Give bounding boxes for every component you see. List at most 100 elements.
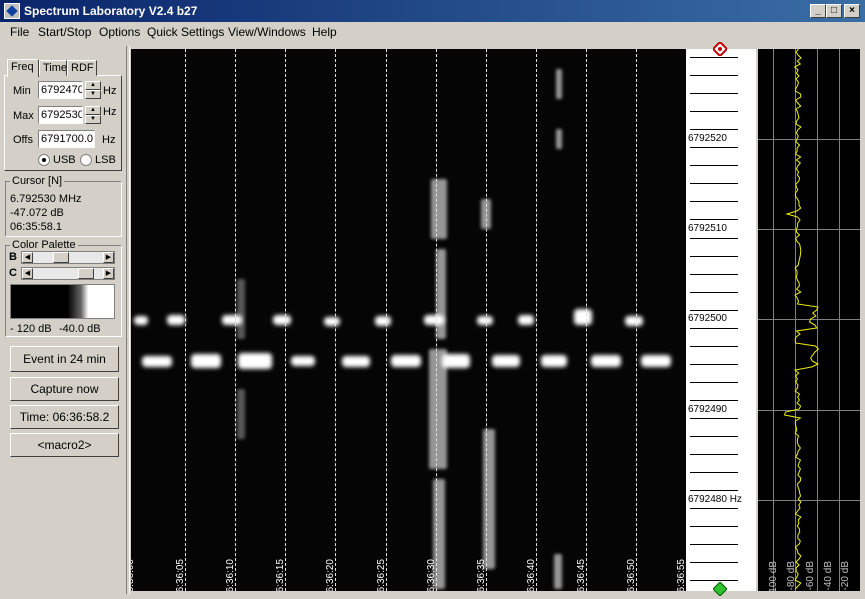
lsb-label: LSB [95,154,116,166]
waterfall-display[interactable]: 06:36:00 06:36:05 06:36:10 06:36:15 06:36:20… [131,49,686,591]
scale-tick [690,75,738,77]
freq-label: 6792490 [688,404,727,415]
chevron-right-icon[interactable]: ▶ [103,252,114,263]
time-label: 06:36:50 [626,559,637,591]
max-freq-spinner[interactable]: ▲ ▼ [85,106,101,124]
app-icon[interactable] [4,3,20,19]
menu-quick-settings[interactable]: Quick Settings [147,25,224,39]
db-label: -80 dB [786,561,797,591]
min-freq-input[interactable]: 6792470 [38,81,83,99]
brightness-label: B [9,251,17,263]
brightness-slider[interactable]: ◀ ▶ [21,251,115,264]
panel-divider[interactable] [126,46,130,594]
menu-start-stop[interactable]: Start/Stop [38,25,91,39]
min-unit: Hz [103,85,117,97]
upper-freq-marker-icon[interactable] [713,42,727,56]
usb-radio[interactable] [38,154,50,166]
chevron-right-icon[interactable]: ▶ [103,268,114,279]
menu-options[interactable]: Options [99,25,140,39]
scale-tick [690,418,738,419]
max-unit: Hz [103,106,117,118]
time-label: 06:36:30 [425,559,437,591]
db-label: -100 dB [768,561,779,591]
db-label: -20 dB [840,561,851,591]
spectrum-graph[interactable]: -100 dB -80 dB -60 dB -40 dB -20 dB [758,49,860,591]
contrast-thumb[interactable] [77,268,94,279]
cursor-time: 06:35:58.1 [10,221,62,233]
scale-tick [690,57,738,58]
scale-tick [690,562,738,564]
scale-tick [690,309,738,311]
macro2-button[interactable]: <macro2> [10,433,119,457]
time-label: 06:36:45 [575,559,587,591]
lower-freq-marker-icon[interactable] [713,582,727,596]
time-gridline [235,49,237,591]
contrast-slider[interactable]: ◀ ▶ [21,267,115,280]
time-label: 06:36:05 [175,559,187,591]
scale-tick [690,273,738,275]
scale-tick [690,454,738,456]
menu-view-windows[interactable]: View/Windows [228,25,306,39]
db-label: -60 dB [805,561,816,591]
chevron-left-icon[interactable]: ◀ [22,268,33,279]
event-button[interactable]: Event in 24 min [10,346,119,372]
tab-rdf[interactable]: RDF [67,60,97,76]
title-bar: Spectrum Laboratory V2.4 b27 _ □ × [0,0,865,22]
offs-unit: Hz [102,134,116,146]
offset-input[interactable]: 6791700.0 [38,130,95,148]
scale-tick [690,508,738,510]
scale-tick [690,255,738,257]
cursor-level: -47.072 dB [10,207,64,219]
scale-tick [690,381,738,383]
palette-gradient [10,284,115,319]
scale-tick [690,327,738,329]
tab-freq[interactable]: Freq [7,59,39,77]
maximize-button[interactable]: □ [826,4,842,18]
freq-label: 6792500 [688,313,727,324]
menu-file[interactable]: File [10,25,29,39]
min-freq-spinner[interactable]: ▲ ▼ [85,81,101,99]
contrast-label: C [9,267,17,279]
palette-min-db: - 120 dB [10,323,52,335]
time-label: 06:36:10 [225,559,237,591]
freq-label: 6792520 [688,133,727,144]
close-button[interactable]: × [844,4,860,18]
scale-tick [690,291,738,293]
time-label: 06:36:25 [375,559,387,591]
scale-tick [690,93,738,95]
scale-tick [690,472,738,474]
scale-tick [690,526,738,528]
time-gridline [335,49,337,591]
time-gridline [535,49,537,591]
spectrum-trace [783,49,820,590]
scale-tick [690,219,738,221]
scale-tick [690,490,738,492]
cursor-title: Cursor [N] [10,175,65,187]
tab-time[interactable]: Time [39,60,67,76]
scale-tick [690,129,738,131]
usb-label: USB [53,154,76,166]
menu-help[interactable]: Help [312,25,337,39]
time-gridline [585,49,587,591]
scale-tick [690,399,738,401]
min-label: Min [13,85,31,97]
chevron-left-icon[interactable]: ◀ [22,252,33,263]
lsb-radio[interactable] [80,154,92,166]
max-freq-input[interactable]: 6792530 [38,106,83,124]
scale-tick [690,436,738,438]
time-button[interactable]: Time: 06:36:58.2 [10,405,119,429]
scale-tick [690,201,738,203]
time-gridline [385,49,387,591]
capture-now-button[interactable]: Capture now [10,377,119,401]
minimize-button[interactable]: _ [810,4,826,18]
brightness-thumb[interactable] [52,252,69,263]
cursor-freq: 6.792530 MHz [10,193,82,205]
time-gridline [185,49,187,591]
time-gridline [636,49,637,591]
scale-tick [690,237,738,239]
scale-tick [690,111,738,113]
time-label: 06:36:00 [131,559,136,591]
time-label: 06:36:55 [676,559,686,591]
frequency-scale[interactable]: 6792520 6792510 6792500 6792490 6792480 … [686,42,756,596]
time-gridline [435,49,437,591]
